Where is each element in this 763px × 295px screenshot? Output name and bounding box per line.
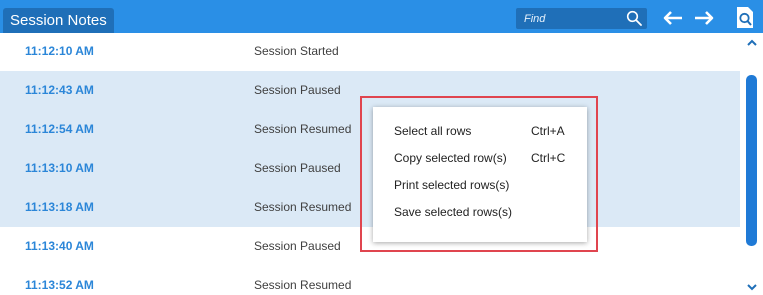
arrow-right-icon[interactable] [693, 10, 715, 26]
row-event: Session Resumed [254, 278, 352, 292]
scrollbar-thumb[interactable] [746, 75, 757, 246]
search-input[interactable] [516, 8, 621, 29]
arrow-left-icon[interactable] [662, 10, 684, 26]
table-row[interactable]: 11:12:10 AM Session Started [0, 33, 740, 71]
search-icon[interactable] [626, 10, 643, 27]
menu-item-shortcut: Ctrl+C [531, 151, 566, 165]
row-event: Session Resumed [254, 122, 352, 136]
menu-item-print-selected[interactable]: Print selected rows(s) [373, 172, 587, 199]
menu-item-select-all[interactable]: Select all rows Ctrl+A [373, 118, 587, 145]
table-row[interactable]: 11:13:52 AM Session Resumed [0, 266, 740, 295]
menu-item-label: Copy selected row(s) [394, 151, 507, 165]
vertical-scrollbar[interactable] [740, 33, 763, 295]
context-menu: Select all rows Ctrl+A Copy selected row… [373, 107, 587, 242]
row-time: 11:13:52 AM [25, 278, 94, 292]
menu-item-copy-selected[interactable]: Copy selected row(s) Ctrl+C [373, 145, 587, 172]
menu-item-label: Print selected rows(s) [394, 178, 510, 192]
search-box [516, 8, 647, 29]
title-bar: Session Notes [0, 0, 763, 33]
row-time: 11:13:18 AM [25, 200, 94, 214]
menu-item-label: Save selected rows(s) [394, 205, 513, 219]
row-event: Session Paused [254, 83, 341, 97]
row-time: 11:12:10 AM [25, 44, 94, 58]
menu-item-label: Select all rows [394, 124, 472, 138]
row-event: Session Started [254, 44, 339, 58]
menu-item-shortcut: Ctrl+A [531, 124, 565, 138]
row-time: 11:13:10 AM [25, 161, 94, 175]
row-time: 11:12:43 AM [25, 83, 94, 97]
row-time: 11:12:54 AM [25, 122, 94, 136]
row-event: Session Resumed [254, 200, 352, 214]
zoom-page-icon[interactable] [735, 6, 755, 29]
tab-session-notes[interactable]: Session Notes [3, 8, 114, 33]
menu-item-save-selected[interactable]: Save selected rows(s) [373, 199, 587, 226]
chevron-down-icon[interactable] [747, 283, 757, 291]
row-event: Session Paused [254, 161, 341, 175]
row-event: Session Paused [254, 239, 341, 253]
chevron-up-icon[interactable] [747, 39, 757, 47]
row-time: 11:13:40 AM [25, 239, 94, 253]
